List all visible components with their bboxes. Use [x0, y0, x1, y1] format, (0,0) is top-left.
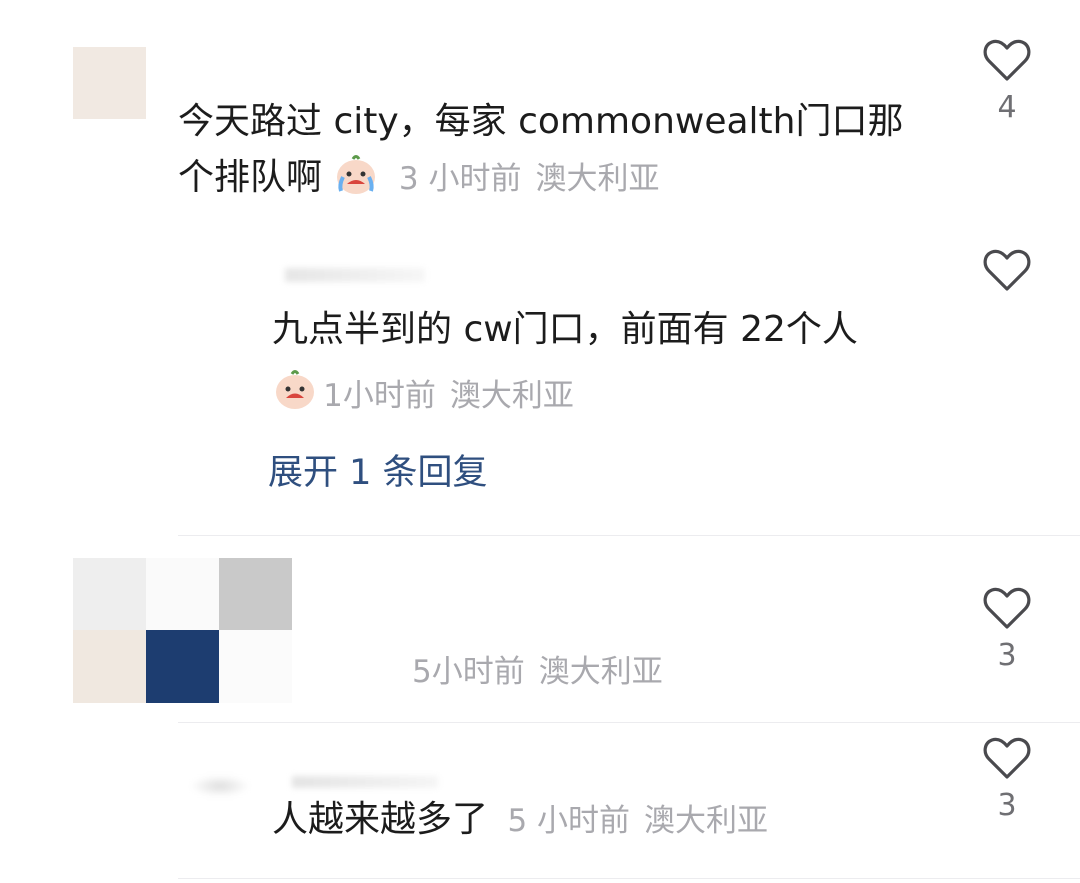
heart-icon	[983, 737, 1031, 779]
like-count: 4	[997, 90, 1017, 125]
comment-text-line-2: 个排队啊 3 小时前 澳大利亚	[178, 150, 958, 207]
heart-icon	[983, 587, 1031, 629]
mosaic-block	[219, 630, 292, 703]
comment-text: 人越来越多了	[272, 799, 489, 840]
comment-text-line-2-text: 个排队啊	[178, 157, 323, 198]
comment-meta: 3 小时前 澳大利亚	[399, 161, 660, 197]
reply-meta-text: 1小时前 澳大利亚	[323, 378, 574, 414]
like-count: 3	[997, 788, 1017, 823]
comment-meta: 5 小时前 澳大利亚	[507, 803, 768, 839]
avatar-obscured[interactable]	[50, 558, 292, 703]
reply-username-obscured	[285, 268, 425, 282]
comment-location: 澳大利亚	[644, 803, 769, 839]
like-button[interactable]: 3	[977, 736, 1037, 826]
heart-icon	[983, 39, 1031, 81]
username-obscured	[292, 776, 438, 788]
comment-location: 澳大利亚	[538, 654, 663, 690]
reply-location: 澳大利亚	[449, 378, 574, 414]
comment-text: 今天路过 city，每家 commonwealth门口那 个排队啊 3 小时前澳…	[178, 94, 958, 207]
comment-text-line-1: 今天路过 city，每家 commonwealth门口那	[178, 101, 904, 142]
divider	[178, 535, 1080, 536]
comment-time: 3 小时前	[398, 161, 522, 197]
mosaic-block	[146, 630, 219, 703]
divider	[178, 878, 1080, 879]
like-button[interactable]: 4	[977, 38, 1037, 128]
avatar-obscured[interactable]	[190, 775, 250, 797]
like-button[interactable]: 3	[977, 586, 1037, 676]
avatar[interactable]	[73, 47, 146, 119]
comment-location: 澳大利亚	[535, 161, 660, 197]
reply-time: 1小时前	[323, 378, 436, 414]
comment-time: 5 小时前	[507, 803, 631, 839]
crying-face-icon	[276, 370, 314, 409]
reply-meta: 1小时前 澳大利亚	[272, 366, 574, 415]
like-count: 3	[997, 638, 1017, 673]
crying-face-icon	[337, 155, 376, 194]
mosaic-block	[73, 558, 146, 630]
mosaic-block	[146, 558, 219, 630]
mosaic-block	[219, 558, 292, 630]
comment-text-3: 人越来越多了 5 小时前 澳大利亚	[272, 792, 768, 849]
expand-replies-link[interactable]: 展开 1 条回复	[268, 444, 488, 495]
reply-text: 九点半到的 cw门口，前面有 22个人	[272, 309, 858, 350]
like-button[interactable]	[977, 248, 1037, 292]
comment-meta: 5小时前 澳大利亚	[412, 646, 663, 691]
mosaic-block	[73, 630, 146, 703]
divider	[178, 722, 1080, 723]
heart-icon	[983, 249, 1031, 291]
comment-time: 5小时前	[412, 654, 525, 690]
